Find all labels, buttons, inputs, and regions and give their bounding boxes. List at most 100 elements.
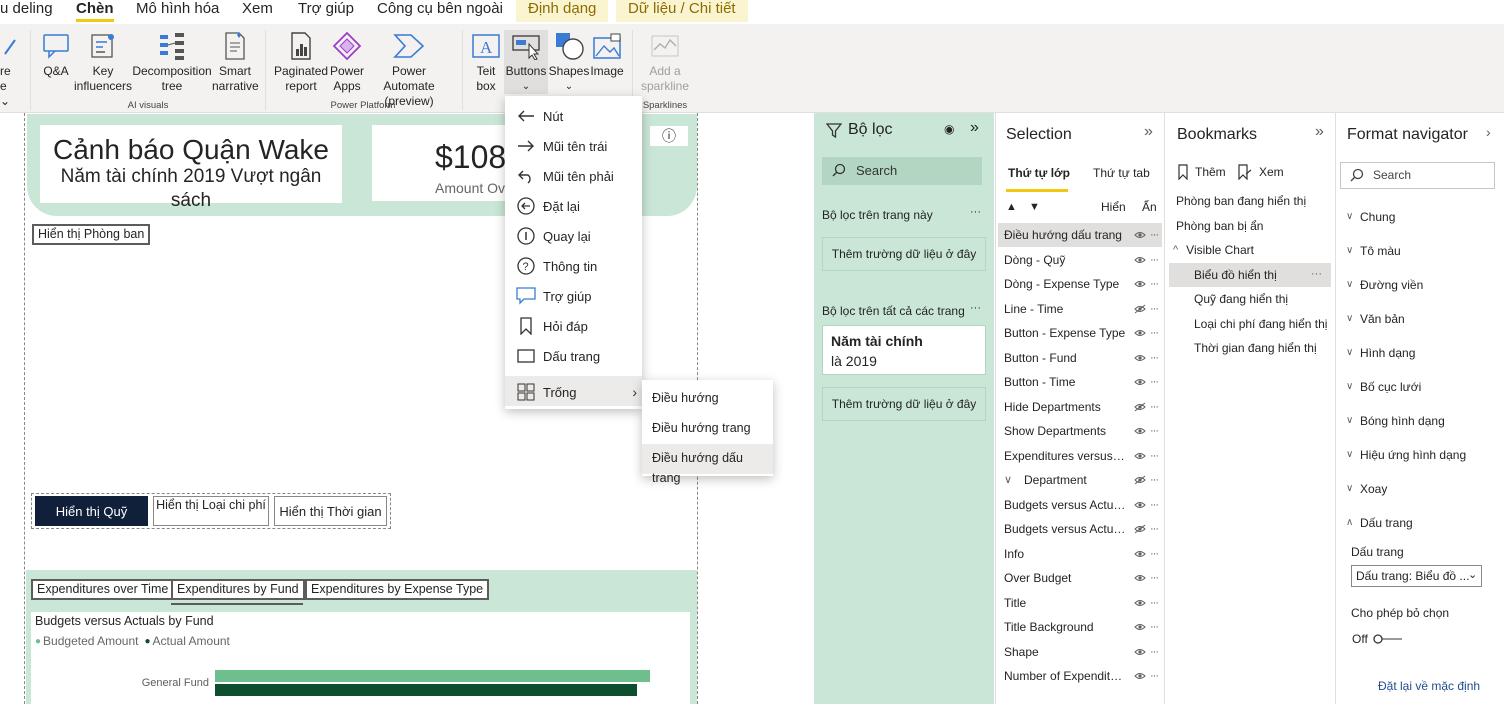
eye-hidden-icon[interactable] — [1134, 524, 1146, 534]
layer-row[interactable]: Hide Departments ··· — [1004, 395, 1162, 419]
submenu-bookmark-navigator[interactable]: Điều hướng dấu trang — [652, 448, 773, 488]
move-down-icon[interactable]: ▼ — [1029, 201, 1040, 213]
decomposition-tree-button[interactable]: Decomposition tree — [132, 30, 212, 94]
menu-item-right-arrow[interactable]: Mũi tên phải — [515, 164, 614, 188]
layer-row[interactable]: Info ··· — [1004, 542, 1162, 566]
chevron-down-icon[interactable]: ∨ — [1004, 468, 1012, 492]
filters-on-page-drop-well[interactable]: Thêm trường dữ liệu ở đây — [822, 237, 986, 271]
eye-icon[interactable] — [1134, 647, 1146, 657]
bookmark-expense-type-shown[interactable]: Loại chi phí đang hiển thị — [1194, 312, 1327, 336]
move-up-icon[interactable]: ▲ — [1006, 201, 1017, 213]
expenditures-by-expense-type-button[interactable]: Expenditures by Expense Type — [305, 579, 490, 600]
more-options-icon[interactable]: ··· — [1150, 615, 1159, 639]
layer-row[interactable]: Title Background ··· — [1004, 615, 1162, 639]
submenu-page-navigator[interactable]: Điều hướng trang — [652, 418, 751, 438]
bar-actual-general-fund[interactable] — [215, 684, 637, 696]
menu-item-button[interactable]: Nút — [515, 104, 563, 128]
view-bookmarks-button[interactable]: Xem — [1237, 164, 1284, 180]
menu-item-reset[interactable]: Đặt lại — [515, 194, 580, 218]
more-options-icon[interactable]: ··· — [1150, 248, 1159, 272]
paginated-report-button[interactable]: Paginated report — [274, 30, 328, 94]
eye-icon[interactable] — [1134, 549, 1146, 559]
allow-deselect-toggle[interactable]: Off — [1352, 632, 1404, 646]
format-section[interactable]: ∨ Xoay — [1346, 479, 1387, 499]
add-sparkline-button[interactable]: Add a sparkline — [638, 30, 692, 94]
eye-icon[interactable] — [1134, 451, 1146, 461]
more-options-icon[interactable]: ··· — [1150, 419, 1159, 443]
more-options-icon[interactable]: ··· — [1150, 321, 1159, 345]
power-apps-button[interactable]: Power Apps — [328, 30, 366, 94]
more-options-icon[interactable]: ··· — [1150, 591, 1159, 615]
eye-icon[interactable] — [1134, 353, 1146, 363]
eye-icon[interactable] — [1134, 255, 1146, 265]
filter-search-input[interactable]: Search — [822, 157, 982, 185]
expenditures-over-time-button[interactable]: Expenditures over Time — [31, 579, 175, 600]
layer-row[interactable]: Button - Fund ··· — [1004, 346, 1162, 370]
bookmark-time-shown[interactable]: Thời gian đang hiển thị — [1194, 336, 1317, 360]
format-section[interactable]: ∨ Hiệu ứng hình dạng — [1346, 445, 1466, 465]
layer-row[interactable]: Button - Expense Type ··· — [1004, 321, 1162, 345]
format-section[interactable]: ∨ Tô màu — [1346, 241, 1401, 261]
more-options-icon[interactable]: ··· — [1150, 297, 1159, 321]
layer-row[interactable]: Show Departments ··· — [1004, 419, 1162, 443]
filters-all-pages-drop-well[interactable]: Thêm trường dữ liệu ở đây — [822, 387, 986, 421]
format-section[interactable]: ∨ Văn bản — [1346, 309, 1405, 329]
tab-data-drill[interactable]: Dữ liệu / Chi tiết — [616, 0, 748, 22]
bookmark-fund-shown[interactable]: Quỹ đang hiển thị — [1194, 287, 1288, 311]
more-options-icon[interactable]: ··· — [1150, 370, 1159, 394]
layer-row[interactable]: Điều hướng dấu trang ··· — [1004, 223, 1162, 247]
eye-icon[interactable] — [1134, 573, 1146, 583]
layer-row[interactable]: Budgets versus Actual... ··· — [1004, 493, 1162, 517]
bookmark-departments-hidden[interactable]: Phòng ban bị ẩn — [1176, 214, 1263, 238]
format-section[interactable]: ∨ Hình dạng — [1346, 343, 1415, 363]
menu-item-back[interactable]: Quay lại — [515, 224, 591, 248]
eye-icon[interactable]: ◉ — [944, 122, 954, 136]
more-options-icon[interactable]: ··· — [970, 206, 981, 218]
info-button[interactable]: ⓘ — [650, 126, 688, 146]
layer-row[interactable]: Number of Expenditur... ··· — [1004, 664, 1162, 688]
reset-to-default-link[interactable]: Đặt lại về mặc định — [1378, 679, 1480, 693]
expenditures-by-fund-button[interactable]: Expenditures by Fund — [171, 579, 305, 600]
tab-view[interactable]: Xem — [242, 0, 273, 22]
layer-row[interactable]: Budgets versus Actual... ··· — [1004, 517, 1162, 541]
budget-vs-actual-chart[interactable]: Budgets versus Actuals by Fund ● Budgete… — [31, 612, 690, 704]
buttons-ribbon-button[interactable]: Buttons ⌄ — [504, 30, 548, 94]
format-section[interactable]: ∨ Chung — [1346, 207, 1395, 227]
tab-insert[interactable]: Chèn — [76, 0, 114, 22]
format-section[interactable]: ∨ Đường viền — [1346, 275, 1423, 295]
more-options-icon[interactable]: ··· — [1150, 272, 1159, 296]
shapes-button[interactable]: Shapes ⌄ — [548, 30, 590, 94]
eye-icon[interactable] — [1134, 622, 1146, 632]
tab-help[interactable]: Trợ giúp — [298, 0, 354, 22]
more-options-icon[interactable]: ··· — [1150, 468, 1159, 492]
more-options-icon[interactable]: ··· — [1150, 444, 1159, 468]
layer-row[interactable]: Shape ··· — [1004, 640, 1162, 664]
layer-row[interactable]: Button - Time ··· — [1004, 370, 1162, 394]
image-button[interactable]: Image — [590, 30, 624, 79]
more-options-icon[interactable]: ··· — [1150, 640, 1159, 664]
collapse-chevron-icon[interactable]: » — [1315, 123, 1324, 141]
text-box-button[interactable]: A Teit box — [468, 30, 504, 94]
bookmark-group-visible-chart[interactable]: ^ Visible Chart — [1173, 238, 1254, 262]
bookmark-departments-shown[interactable]: Phòng ban đang hiển thị — [1176, 189, 1306, 213]
eye-hidden-icon[interactable] — [1134, 402, 1146, 412]
more-options-icon[interactable]: ··· — [1150, 493, 1159, 517]
bar-budgeted-general-fund[interactable] — [215, 670, 650, 682]
key-influencers-button[interactable]: Key influencers — [74, 30, 132, 94]
menu-item-qa[interactable]: Hỏi đáp — [515, 314, 588, 338]
menu-item-blank[interactable]: Trống › — [515, 380, 637, 404]
submenu-navigator[interactable]: Điều hướng — [652, 388, 719, 408]
format-section[interactable]: ∨ Bố cục lưới — [1346, 377, 1421, 397]
more-options-icon[interactable]: ··· — [1150, 566, 1159, 590]
eye-icon[interactable] — [1134, 598, 1146, 608]
more-options-icon[interactable]: ··· — [1150, 223, 1159, 247]
eye-hidden-icon[interactable] — [1134, 304, 1146, 314]
eye-icon[interactable] — [1134, 671, 1146, 681]
tab-format[interactable]: Định dạng — [516, 0, 609, 22]
tab-tab-order[interactable]: Thứ tự tab — [1093, 166, 1150, 180]
more-options-icon[interactable]: ··· — [970, 302, 981, 314]
add-bookmark-button[interactable]: Thêm — [1177, 164, 1226, 180]
qa-button[interactable]: Q&A — [38, 30, 74, 79]
menu-item-help[interactable]: Trợ giúp — [515, 284, 592, 308]
eye-icon[interactable] — [1134, 377, 1146, 387]
